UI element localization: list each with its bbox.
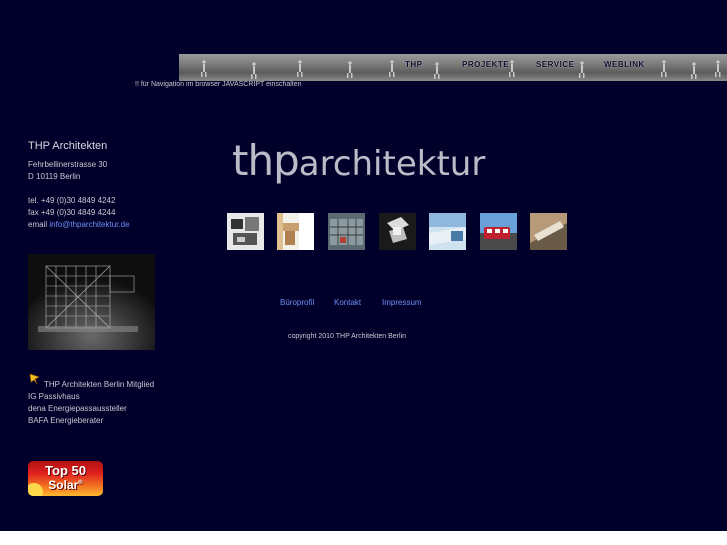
- project-thumbnail-6[interactable]: [480, 213, 517, 250]
- nav-item-thp[interactable]: THP: [405, 60, 423, 69]
- nav-menu: THP PROJEKTE SERVICE WEBLINK: [179, 60, 727, 74]
- page-bottom-strip: [0, 531, 727, 545]
- top50-solar-badge[interactable]: Top 50 Solar®: [28, 461, 103, 496]
- top-navigation-bar: THP PROJEKTE SERVICE WEBLINK: [179, 54, 727, 81]
- thumbnail-image-6: [480, 213, 517, 250]
- footer-link-kontakt[interactable]: Kontakt: [334, 298, 361, 307]
- nav-item-projekte[interactable]: PROJEKTE: [462, 60, 509, 69]
- company-name: THP Architekten: [28, 140, 108, 152]
- project-thumbnail-1[interactable]: [227, 213, 264, 250]
- thumbnail-image-5: [429, 213, 466, 250]
- badge-line-2: Solar®: [28, 478, 103, 492]
- project-thumbnail-7[interactable]: [530, 213, 567, 250]
- copyright-text: copyright 2010 THP Architekten Berlin: [288, 333, 407, 340]
- nav-item-weblink[interactable]: WEBLINK: [604, 60, 645, 69]
- membership-line-2: IG Passivhaus: [28, 392, 80, 401]
- fax-number: fax +49 (0)30 4849 4244: [28, 208, 116, 217]
- thumbnail-image-4: [379, 213, 416, 250]
- building-illustration: [28, 254, 155, 350]
- nav-item-service[interactable]: SERVICE: [536, 60, 574, 69]
- project-thumbnail-5[interactable]: [429, 213, 466, 250]
- email-link[interactable]: info@thparchitektur.de: [49, 220, 129, 229]
- membership-line-4: BAFA Energieberater: [28, 416, 104, 425]
- thumbnail-image-1: [227, 213, 264, 250]
- badge-registered-mark: ®: [78, 480, 83, 486]
- building-photo: [28, 254, 155, 350]
- javascript-notice: !! für Navigation im browser JAVASCRIPT …: [135, 81, 302, 88]
- project-thumbnail-4[interactable]: [379, 213, 416, 250]
- phone-number: tel. +49 (0)30 4849 4242: [28, 196, 116, 205]
- membership-line-3: dena Energiepassaussteller: [28, 404, 127, 413]
- footer-link-bueroprofil[interactable]: Büroprofil: [280, 298, 314, 307]
- membership-line-1: THP Architekten Berlin Mitglied: [44, 380, 155, 389]
- badge-line-1: Top 50: [45, 463, 86, 478]
- project-thumbnail-2[interactable]: [277, 213, 314, 250]
- email-line: email info@thparchitektur.de: [28, 220, 130, 229]
- address-city: D 10119 Berlin: [28, 172, 81, 181]
- footer-link-impressum[interactable]: Impressum: [382, 298, 422, 307]
- address-street: Fehrbellinerstrasse 30: [28, 160, 108, 169]
- badge-solar-label: Solar: [48, 478, 79, 492]
- pin-icon: [29, 373, 40, 385]
- thumbnail-image-3: [328, 213, 365, 250]
- logo-architektur: architektur: [298, 144, 486, 184]
- project-thumbnail-3[interactable]: [328, 213, 365, 250]
- thumbnail-image-7: [530, 213, 567, 250]
- site-logo: thparchitektur: [232, 136, 485, 185]
- email-label: email: [28, 220, 50, 229]
- thumbnail-image-2: [277, 213, 314, 250]
- logo-thp: thp: [232, 136, 300, 185]
